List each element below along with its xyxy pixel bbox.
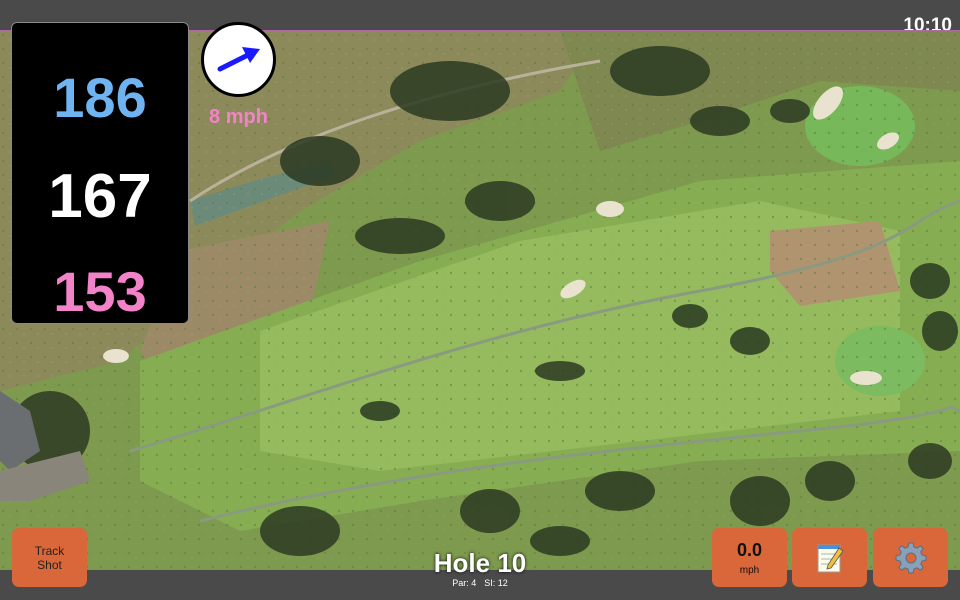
notes-button[interactable] xyxy=(792,528,867,587)
hole-stroke-index: SI: 12 xyxy=(484,578,508,588)
track-shot-button[interactable]: Track Shot xyxy=(12,528,87,587)
track-shot-label-line1: Track xyxy=(34,543,65,558)
gear-icon xyxy=(895,542,926,573)
notepad-icon xyxy=(817,544,844,572)
hole-info: Hole 10 Par: 4 SI: 12 xyxy=(380,548,580,588)
hole-details: Par: 4 SI: 12 xyxy=(380,578,580,588)
distance-middle: 167 xyxy=(48,162,152,231)
distance-front: 153 xyxy=(53,260,147,323)
wind-speed: 8 mph xyxy=(209,106,268,128)
settings-button[interactable] xyxy=(873,528,948,587)
track-shot-label-line2: Shot xyxy=(37,557,62,572)
speed-button[interactable]: 0.0 mph xyxy=(712,528,787,587)
hole-par: Par: 4 xyxy=(452,578,477,588)
distance-back: 186 xyxy=(53,66,147,129)
speed-value: 0.0 xyxy=(736,539,763,560)
wind-direction-dial xyxy=(201,22,276,97)
distance-panel: 186 167 153 xyxy=(11,22,189,324)
speed-unit: mph xyxy=(739,564,760,576)
hole-title: Hole 10 xyxy=(433,548,527,578)
arrow-icon xyxy=(217,47,260,72)
